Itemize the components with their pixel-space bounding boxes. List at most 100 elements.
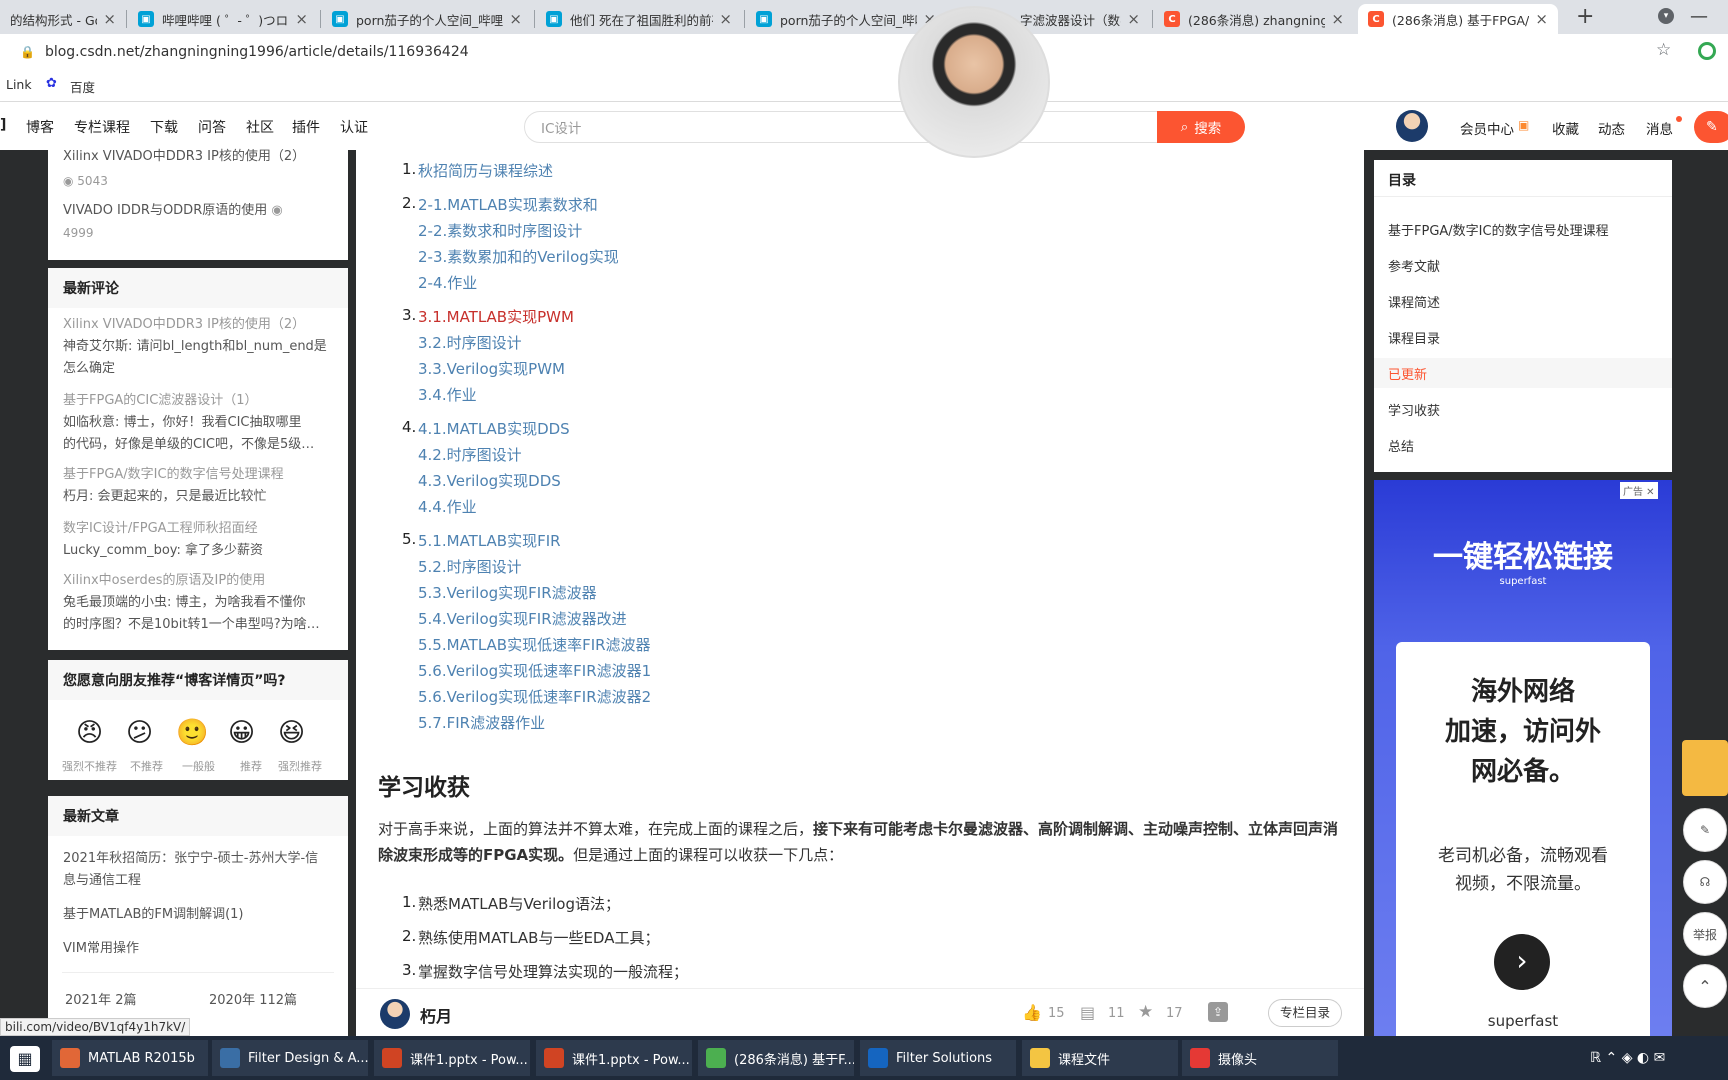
comment-article-link[interactable]: 数字IC设计/FPGA工程师秋招面经 [48,518,273,540]
outline-link[interactable]: 2-3.素数累加和的Verilog实现 [418,246,619,267]
star-icon[interactable]: ★ [1138,1002,1153,1022]
browser-tab[interactable]: 字滤波器设计（数字信 × [1010,4,1150,34]
toc-item[interactable]: 基于FPGA/数字IC的数字信号处理课程 [1388,220,1609,239]
search-button[interactable]: ⌕ 搜索 [1157,111,1245,143]
outline-link[interactable]: 3.1.MATLAB实现PWM [418,306,574,327]
browser-tab[interactable]: ▣ 哔哩哔哩 ( ゜- ゜)つロ 干杯 × [128,4,318,34]
unhappy-face-icon[interactable]: 😕 [126,718,153,748]
edit-icon[interactable]: ✎ [1683,808,1727,852]
recent-article-link[interactable]: 2021年秋招简历：张宁宁-硕士-苏州大学-信 [48,848,333,870]
outline-link[interactable]: 4.4.作业 [418,496,477,517]
comment-article-link[interactable]: Xilinx VIVADO中DDR3 IP核的使用（2） [48,314,320,336]
report-button[interactable]: 举报 [1683,912,1727,956]
url-field[interactable]: 🔒 blog.csdn.net/zhangningning1996/article… [20,40,469,64]
taskbar-app[interactable]: 摄像头 [1182,1040,1338,1076]
share-icon[interactable]: ⇪ [1208,1002,1228,1022]
tab-search-icon[interactable]: ▾ [1658,8,1674,24]
comment-article-link[interactable]: 基于FPGA的CIC滤波器设计（1） [48,390,273,412]
toc-item[interactable]: 学习收获 [1388,400,1440,419]
hot-article-link[interactable]: VIVADO IDDR与ODDR原语的使用 ◉ [48,200,298,222]
recent-article-link-cont[interactable]: 息与通信工程 [48,870,156,892]
comment-article-link[interactable]: Xilinx中oserdes的原语及IP的使用 [48,570,280,592]
taskbar-app[interactable]: Filter Design & A... [212,1040,368,1076]
browser-tab[interactable]: 的结构形式 - Go × [0,4,126,34]
nav-activity[interactable]: 动态 [1598,118,1625,138]
nav-messages[interactable]: 消息 [1646,118,1673,138]
hot-article-link[interactable]: Xilinx VIVADO中DDR3 IP核的使用（2） [48,146,320,168]
gift-box-icon[interactable] [1682,740,1728,796]
comment-icon[interactable]: ▤ [1080,1003,1095,1022]
bookmark-star-icon[interactable]: ☆ [1656,40,1671,60]
close-icon[interactable]: × [1535,10,1548,28]
nav-favorites[interactable]: 收藏 [1552,118,1579,138]
close-icon[interactable]: × [295,10,308,28]
nav-download[interactable]: 下载 [150,117,178,137]
nav-courses[interactable]: 专栏课程 [74,117,130,137]
nav-certification[interactable]: 认证 [340,117,368,137]
outline-link[interactable]: 5.2.时序图设计 [418,556,522,577]
outline-link[interactable]: 3.4.作业 [418,384,477,405]
outline-link[interactable]: 2-1.MATLAB实现素数求和 [418,194,598,215]
taskbar-app[interactable]: MATLAB R2015b [52,1040,208,1076]
archive-2020[interactable]: 2020年 112篇 [194,990,312,1012]
toc-item[interactable]: 课程目录 [1388,328,1440,347]
nav-plugins[interactable]: 插件 [292,117,320,137]
bookmark-link[interactable]: Link [6,77,32,92]
outline-link[interactable]: 2-2.素数求和时序图设计 [418,220,582,241]
taskbar-app[interactable]: (286条消息) 基于F... [698,1040,854,1076]
outline-link[interactable]: 5.5.MATLAB实现低速率FIR滤波器 [418,634,651,655]
outline-link[interactable]: 4.1.MATLAB实现DDS [418,418,570,439]
outline-link[interactable]: 5.3.Verilog实现FIR滤波器 [418,582,597,603]
outline-link[interactable]: 5.4.Verilog实现FIR滤波器改进 [418,608,627,629]
outline-link[interactable]: 2-4.作业 [418,272,477,293]
search-input[interactable]: IC设计 [524,111,1158,143]
nav-vip-center[interactable]: 会员中心 [1460,118,1514,138]
toc-item-active[interactable]: 已更新 [1388,364,1427,383]
taskbar-app[interactable]: 课件1.pptx - Pow... [536,1040,692,1076]
outline-link[interactable]: 5.7.FIR滤波器作业 [418,712,545,733]
outline-link[interactable]: 4.3.Verilog实现DDS [418,470,561,491]
outline-link[interactable]: 5.6.Verilog实现低速率FIR滤波器2 [418,686,651,707]
close-icon[interactable]: × [1127,10,1140,28]
back-to-top-icon[interactable]: ⌃ [1683,964,1727,1008]
ad-badge[interactable]: 广告 ✕ [1620,482,1658,499]
store-icon[interactable]: ▦ [10,1046,40,1072]
catalog-button[interactable]: 专栏目录 [1268,999,1342,1027]
logo-fragment[interactable]: ] [0,117,6,133]
new-tab-button[interactable]: + [1576,4,1594,29]
avatar[interactable] [1396,110,1428,142]
browser-tab[interactable]: ▣ 他们 死在了祖国胜利的前夜 × [536,4,742,34]
minimize-icon[interactable]: — [1690,6,1708,27]
outline-link[interactable]: 5.1.MATLAB实现FIR [418,530,561,551]
nav-blog[interactable]: 博客 [26,117,54,137]
browser-tab[interactable]: C (286条消息) zhangningnin × [1154,4,1354,34]
like-icon[interactable]: 👍 [1022,1003,1042,1022]
close-icon[interactable]: × [1331,10,1344,28]
outline-link[interactable]: 秋招简历与课程综述 [418,160,553,181]
tray-icons[interactable]: ℝ ⌃ ◈ ◐ ✉ [1590,1050,1665,1066]
comment-article-link[interactable]: 基于FPGA/数字IC的数字信号处理课程 [48,464,299,486]
nav-community[interactable]: 社区 [246,117,274,137]
outline-link[interactable]: 3.2.时序图设计 [418,332,522,353]
browser-tab[interactable]: ▣porn茄子的个人空间_哔哩× [746,4,946,34]
write-button[interactable]: ✎ [1694,111,1728,143]
browser-tab-active[interactable]: C (286条消息) 基于FPGA/数 × [1358,4,1558,34]
outline-link[interactable]: 3.3.Verilog实现PWM [418,358,565,379]
taskbar-app[interactable]: 课件1.pptx - Pow... [374,1040,530,1076]
toc-item[interactable]: 总结 [1388,436,1414,455]
customer-service-icon[interactable]: ☊ [1683,860,1727,904]
author-name[interactable]: 朽月 [420,1003,452,1027]
browser-tab[interactable]: ▣porn茄子的个人空间_哔哩× [322,4,532,34]
recent-article-link[interactable]: VIM常用操作 [48,938,154,960]
toc-item[interactable]: 课程简述 [1388,292,1440,311]
neutral-face-icon[interactable]: 🙂 [176,718,208,748]
angry-face-icon[interactable]: 😠 [76,718,103,748]
very-happy-face-icon[interactable]: 😆 [278,718,305,748]
outline-link[interactable]: 4.2.时序图设计 [418,444,522,465]
author-avatar[interactable] [380,999,410,1029]
toc-item[interactable]: 参考文献 [1388,256,1440,275]
close-icon[interactable]: × [509,10,522,28]
happy-face-icon[interactable]: 😀 [228,718,255,748]
recent-article-link[interactable]: 基于MATLAB的FM调制解调(1) [48,904,259,926]
archive-2021[interactable]: 2021年 2篇 [50,990,152,1012]
